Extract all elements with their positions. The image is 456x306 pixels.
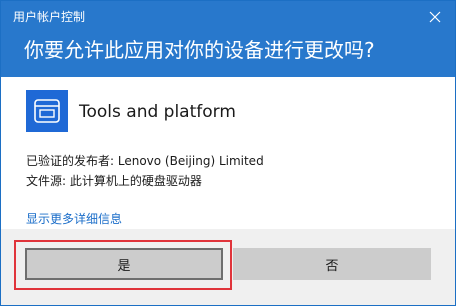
uac-dialog: 用户帐户控制 你要允许此应用对你的设备进行更改吗? Tools and plat… [0,0,456,306]
dialog-title: 用户帐户控制 [13,10,86,24]
show-more-details-link[interactable]: 显示更多详细信息 [26,211,122,227]
dialog-body: Tools and platform 已验证的发布者: Lenovo (Beij… [1,77,455,229]
yes-button[interactable]: 是 [25,248,223,280]
app-name: Tools and platform [79,102,236,122]
dialog-footer: 是 否 [1,229,455,305]
file-source-info: 文件源: 此计算机上的硬盘驱动器 [26,174,202,188]
app-window-icon [26,90,68,132]
no-button[interactable]: 否 [233,248,431,280]
dialog-header: 用户帐户控制 你要允许此应用对你的设备进行更改吗? [1,1,455,77]
close-icon [429,8,441,27]
publisher-info: 已验证的发布者: Lenovo (Beijing) Limited [26,154,264,168]
close-button[interactable] [423,5,447,29]
prompt-question: 你要允许此应用对你的设备进行更改吗? [24,38,375,62]
